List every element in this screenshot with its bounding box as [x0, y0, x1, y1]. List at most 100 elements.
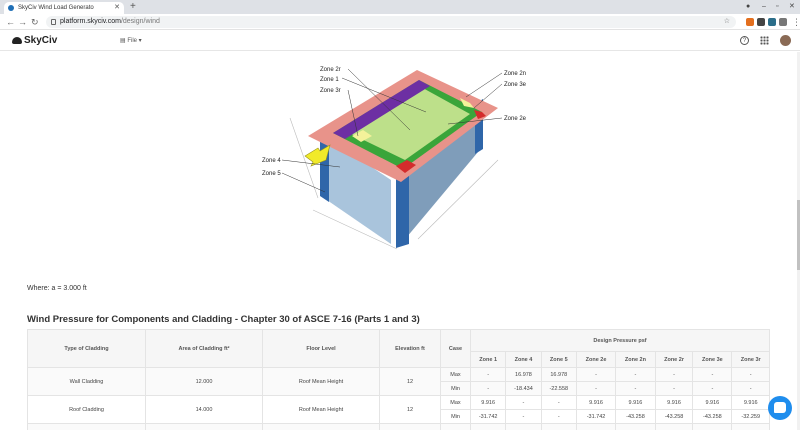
browser-tab-bar: SkyCiv Wind Load Generato ✕ + ● – ▫ ✕	[0, 0, 800, 14]
browser-menu-icon[interactable]: ⋮	[792, 16, 800, 28]
cell-empty	[654, 423, 694, 430]
bookmark-star-icon[interactable]: ☆	[724, 16, 730, 28]
url-domain: platform.skyciv.com	[60, 18, 121, 25]
cell-empty	[540, 423, 577, 430]
cell-value: 9.916	[692, 395, 733, 410]
cell-value: -22.558	[540, 381, 577, 396]
cell-area: 14.000	[145, 395, 263, 424]
new-tab-icon[interactable]: +	[130, 1, 136, 13]
cell-value: -43.258	[615, 409, 656, 424]
cell-value: -31.742	[575, 409, 617, 424]
cell-value: -	[505, 409, 542, 424]
cell-value: -	[575, 381, 617, 396]
cell-value: -43.258	[692, 409, 733, 424]
account-circle-icon[interactable]: ●	[746, 1, 750, 13]
table-row: Roof Cladding 14.000 Roof Mean Height 12 Max…	[27, 395, 770, 424]
header-zone: Zone 4	[505, 351, 542, 368]
zone-5-corner-edge	[396, 174, 409, 248]
chat-support-button[interactable]	[768, 396, 792, 420]
label-zone-2r: Zone 2r	[320, 67, 341, 73]
cell-value: -	[540, 395, 577, 410]
cell-value: -	[615, 381, 656, 396]
logo-text: SkyCiv	[24, 35, 58, 46]
app-header: SkyCiv ▤ File ▾ ?	[0, 31, 800, 51]
header-design-pressure: Design Pressure psf	[470, 329, 770, 352]
label-zone-3r: Zone 3r	[320, 88, 341, 94]
forward-icon[interactable]: →	[18, 16, 27, 28]
cell-value: 9.916	[615, 395, 656, 410]
reload-icon[interactable]: ↻	[31, 16, 39, 28]
close-tab-icon[interactable]: ✕	[114, 2, 120, 14]
cell-value: 9.916	[575, 395, 617, 410]
table-row: Wall Cladding 12.000 Roof Mean Height 12 Max…	[27, 367, 770, 396]
apps-grid-icon[interactable]	[760, 36, 769, 45]
label-zone-1: Zone 1	[320, 77, 339, 83]
cell-empty	[27, 423, 146, 430]
header-floor: Floor Level	[262, 329, 380, 368]
cell-value: -43.258	[654, 409, 694, 424]
table-row	[27, 423, 770, 430]
header-elevation: Elevation ft	[379, 329, 441, 368]
header-zone: Zone 3r	[731, 351, 770, 368]
cell-elevation: 12	[379, 395, 441, 424]
label-zone-4: Zone 4	[262, 158, 281, 164]
cell-value: -18.434	[505, 381, 542, 396]
cell-case: Min	[440, 409, 471, 424]
puzzle-icon[interactable]	[779, 18, 787, 26]
file-menu[interactable]: ▤ File ▾	[120, 37, 142, 44]
extension-metamask-icon[interactable]	[746, 18, 754, 26]
cell-floor: Roof Mean Height	[262, 395, 380, 424]
header-zone: Zone 1	[469, 351, 507, 368]
cell-empty	[575, 423, 617, 430]
cell-value: 9.916	[654, 395, 694, 410]
help-icon[interactable]: ?	[740, 36, 749, 45]
cell-value: -	[615, 367, 656, 382]
cell-empty	[440, 423, 471, 430]
building-zone-diagram: Zone 2r Zone 1 Zone 3r Zone 2n Zone 3e Z…	[262, 67, 527, 250]
cell-empty	[145, 423, 263, 430]
label-zone-3e: Zone 3e	[504, 82, 527, 88]
cell-value: -	[692, 381, 733, 396]
wind-pressure-table: Type of Cladding Area of Cladding ft² Fl…	[27, 329, 770, 430]
header-zone: Zone 2r	[654, 351, 694, 368]
address-bar[interactable]: platform.skyciv.com/design/wind ☆	[46, 16, 736, 28]
cell-value: 9.916	[469, 395, 507, 410]
cell-value: -	[575, 367, 617, 382]
label-zone-5: Zone 5	[262, 171, 281, 177]
cell-value: -	[731, 367, 770, 382]
where-note: Where: a = 3.000 ft	[27, 285, 87, 292]
skyciv-logo[interactable]: SkyCiv	[12, 35, 57, 46]
browser-toolbar: ← → ↻ platform.skyciv.com/design/wind ☆ …	[0, 14, 800, 30]
cell-type: Wall Cladding	[27, 367, 146, 396]
cell-value: -	[469, 381, 507, 396]
cell-type: Roof Cladding	[27, 395, 146, 424]
header-zone: Zone 5	[540, 351, 577, 368]
cell-value: 9.916	[731, 395, 770, 410]
header-type: Type of Cladding	[27, 329, 146, 368]
cell-empty	[731, 423, 770, 430]
minimize-icon[interactable]: –	[762, 1, 766, 13]
lock-icon	[51, 19, 56, 25]
header-zone: Zone 2e	[575, 351, 617, 368]
label-zone-2n: Zone 2n	[504, 71, 526, 77]
cell-empty	[615, 423, 656, 430]
section-title: Wind Pressure for Components and Claddin…	[27, 314, 420, 325]
extension-icon[interactable]	[757, 18, 765, 26]
url-path: /design/wind	[120, 18, 160, 25]
cell-case: Max	[440, 367, 471, 382]
cell-value: -32.259	[731, 409, 770, 424]
maximize-icon[interactable]: ▫	[776, 1, 778, 13]
close-window-icon[interactable]: ✕	[789, 1, 795, 13]
cell-value: -	[540, 409, 577, 424]
cell-floor: Roof Mean Height	[262, 367, 380, 396]
avatar[interactable]	[780, 35, 791, 46]
table-body: Wall Cladding 12.000 Roof Mean Height 12 Max…	[27, 367, 770, 430]
extension-icon-2[interactable]	[768, 18, 776, 26]
header-zone: Zone 2n	[615, 351, 656, 368]
cell-elevation: 12	[379, 367, 441, 396]
back-icon[interactable]: ←	[6, 16, 15, 28]
cell-value: -	[469, 367, 507, 382]
browser-tab[interactable]: SkyCiv Wind Load Generato ✕	[4, 2, 124, 14]
cell-empty	[692, 423, 733, 430]
cloud-logo-icon	[12, 37, 22, 44]
